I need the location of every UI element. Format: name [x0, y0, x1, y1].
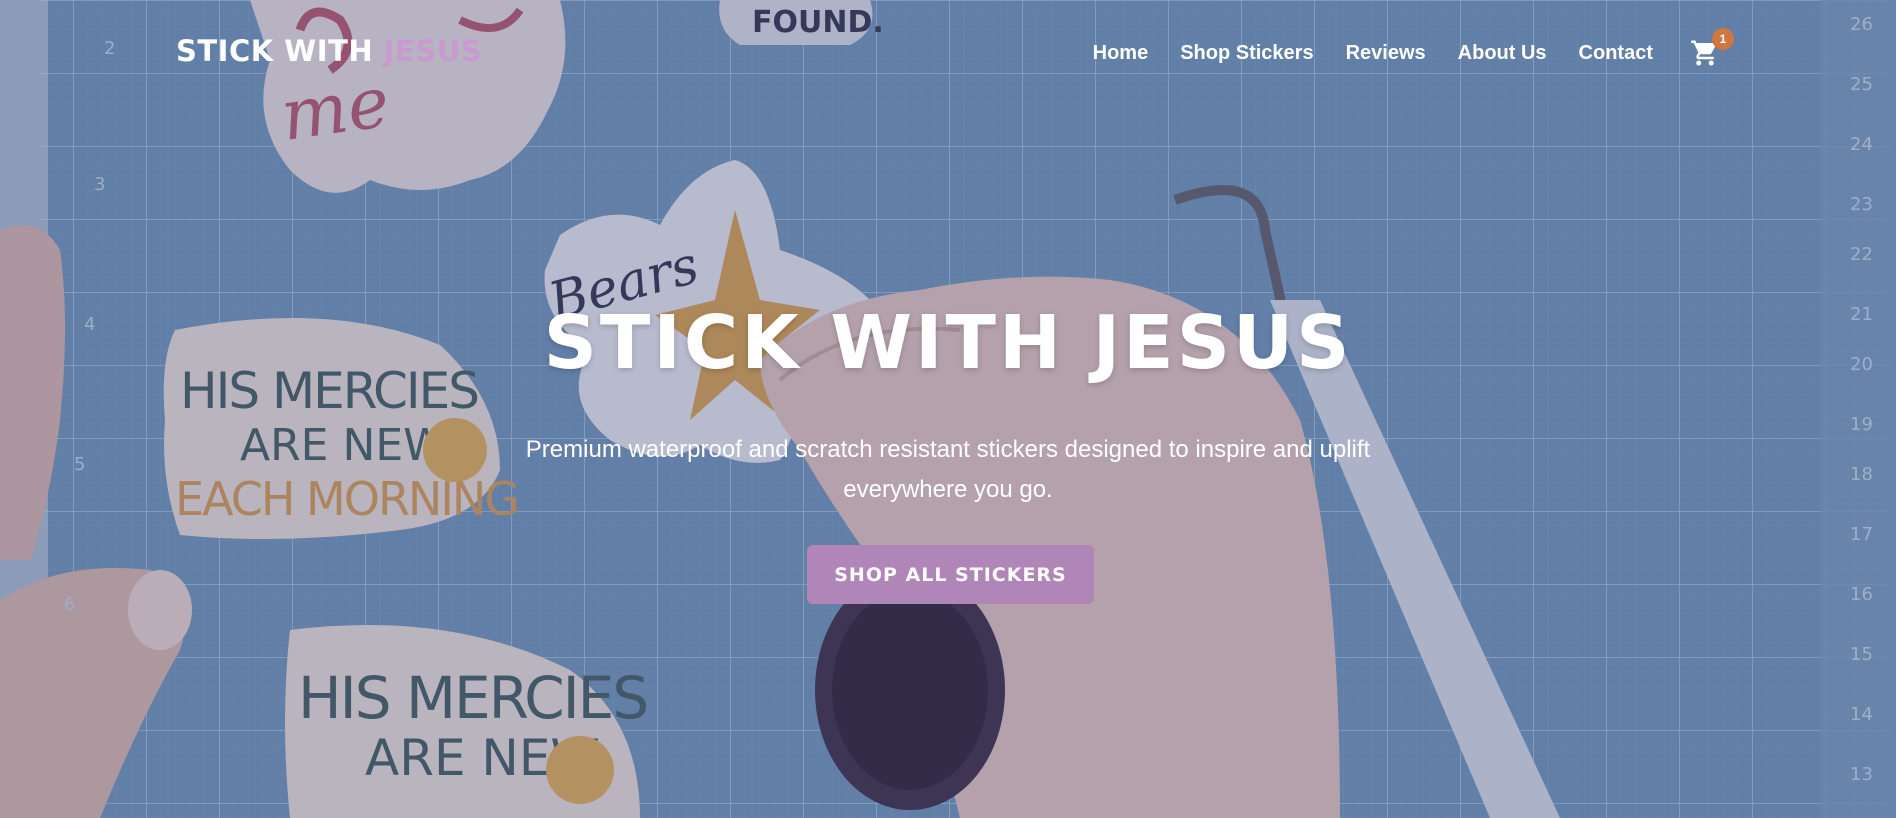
cart-count-badge: 1	[1712, 28, 1734, 50]
hero-title: STICK WITH JESUS	[543, 300, 1353, 386]
shop-all-stickers-button[interactable]: SHOP ALL STICKERS	[807, 545, 1094, 604]
hero-section: me FOUND. Bears HIS MERCIES ARE NEW EACH…	[0, 0, 1896, 818]
hero-overlay	[0, 0, 1896, 818]
nav-shop-stickers[interactable]: Shop Stickers	[1180, 42, 1313, 65]
logo-text-main: STICK WITH	[176, 34, 384, 68]
nav-contact[interactable]: Contact	[1579, 42, 1653, 65]
cart-button[interactable]: 1	[1690, 28, 1734, 72]
site-header: STICK WITH JESUS Home Shop Stickers Revi…	[0, 0, 1896, 110]
nav-reviews[interactable]: Reviews	[1346, 42, 1426, 65]
site-logo[interactable]: STICK WITH JESUS	[176, 34, 482, 68]
main-nav: Home Shop Stickers Reviews About Us Cont…	[1093, 42, 1653, 65]
hero-subtitle: Premium waterproof and scratch resistant…	[525, 436, 1371, 503]
logo-text-accent: JESUS	[383, 34, 483, 68]
nav-home[interactable]: Home	[1093, 42, 1149, 65]
nav-about-us[interactable]: About Us	[1458, 42, 1547, 65]
